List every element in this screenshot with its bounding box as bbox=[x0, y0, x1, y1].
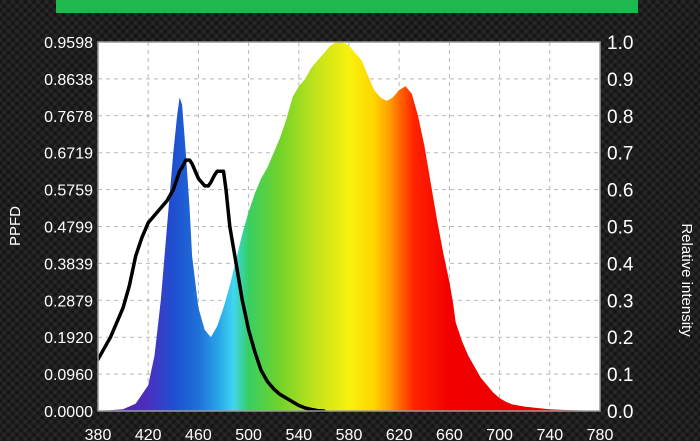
x-axis-ticks: 380 420 460 500 540 580 620 660 700 740 780 bbox=[85, 427, 614, 441]
y-tick-label: 0.2879 bbox=[44, 293, 93, 310]
y2-tick-label: 0.9 bbox=[607, 70, 633, 91]
y-tick-label: 0.3839 bbox=[44, 256, 93, 273]
x-tick-label: 460 bbox=[185, 427, 212, 441]
y2-tick-label: 0.8 bbox=[607, 107, 633, 128]
y-tick-label: 0.1920 bbox=[44, 330, 93, 347]
y2-tick-label: 0.3 bbox=[607, 291, 633, 312]
y-tick-label: 0.0960 bbox=[44, 367, 93, 384]
y2-tick-label: 0.0 bbox=[607, 402, 633, 423]
y-tick-label: 0.9598 bbox=[44, 35, 93, 52]
y-tick-label: 0.7678 bbox=[44, 109, 93, 126]
y-tick-label: 0.6719 bbox=[44, 146, 93, 163]
y-tick-label: 0.5759 bbox=[44, 183, 93, 200]
right-axis-title: Relative intensity bbox=[678, 223, 695, 337]
y2-tick-label: 0.7 bbox=[607, 144, 633, 165]
y2-tick-label: 0.2 bbox=[607, 328, 633, 349]
x-tick-label: 540 bbox=[285, 427, 312, 441]
y2-tick-label: 0.4 bbox=[607, 254, 634, 275]
x-tick-label: 740 bbox=[536, 427, 563, 441]
y2-tick-label: 0.5 bbox=[607, 218, 633, 239]
x-tick-label: 780 bbox=[587, 427, 614, 441]
y2-tick-label: 0.6 bbox=[607, 181, 633, 202]
y2-tick-label: 1.0 bbox=[607, 33, 633, 54]
spectrum-chart: 0.00000.09600.19200.28790.38390.47990.57… bbox=[7, 33, 695, 441]
x-tick-label: 420 bbox=[135, 427, 162, 441]
y-tick-label: 0.0000 bbox=[44, 404, 93, 421]
x-tick-label: 700 bbox=[486, 427, 513, 441]
x-tick-label: 380 bbox=[85, 427, 112, 441]
x-tick-label: 500 bbox=[235, 427, 262, 441]
y-tick-label: 0.8638 bbox=[44, 72, 93, 89]
left-axis-title: PPFD bbox=[7, 206, 24, 246]
x-tick-label: 660 bbox=[436, 427, 463, 441]
left-axis-ticks: 0.0000 0.0960 0.1920 0.2879 0.3839 0.4799 0.57… bbox=[44, 35, 93, 421]
right-axis-ticks: 0.0 0.1 0.2 0.3 0.4 0.5 0.6 0.7 0.8 0.9 1.0 bbox=[607, 33, 634, 423]
x-tick-label: 620 bbox=[386, 427, 413, 441]
y2-tick-label: 0.1 bbox=[607, 365, 633, 386]
y-tick-label: 0.4799 bbox=[44, 220, 93, 237]
x-tick-label: 580 bbox=[336, 427, 363, 441]
